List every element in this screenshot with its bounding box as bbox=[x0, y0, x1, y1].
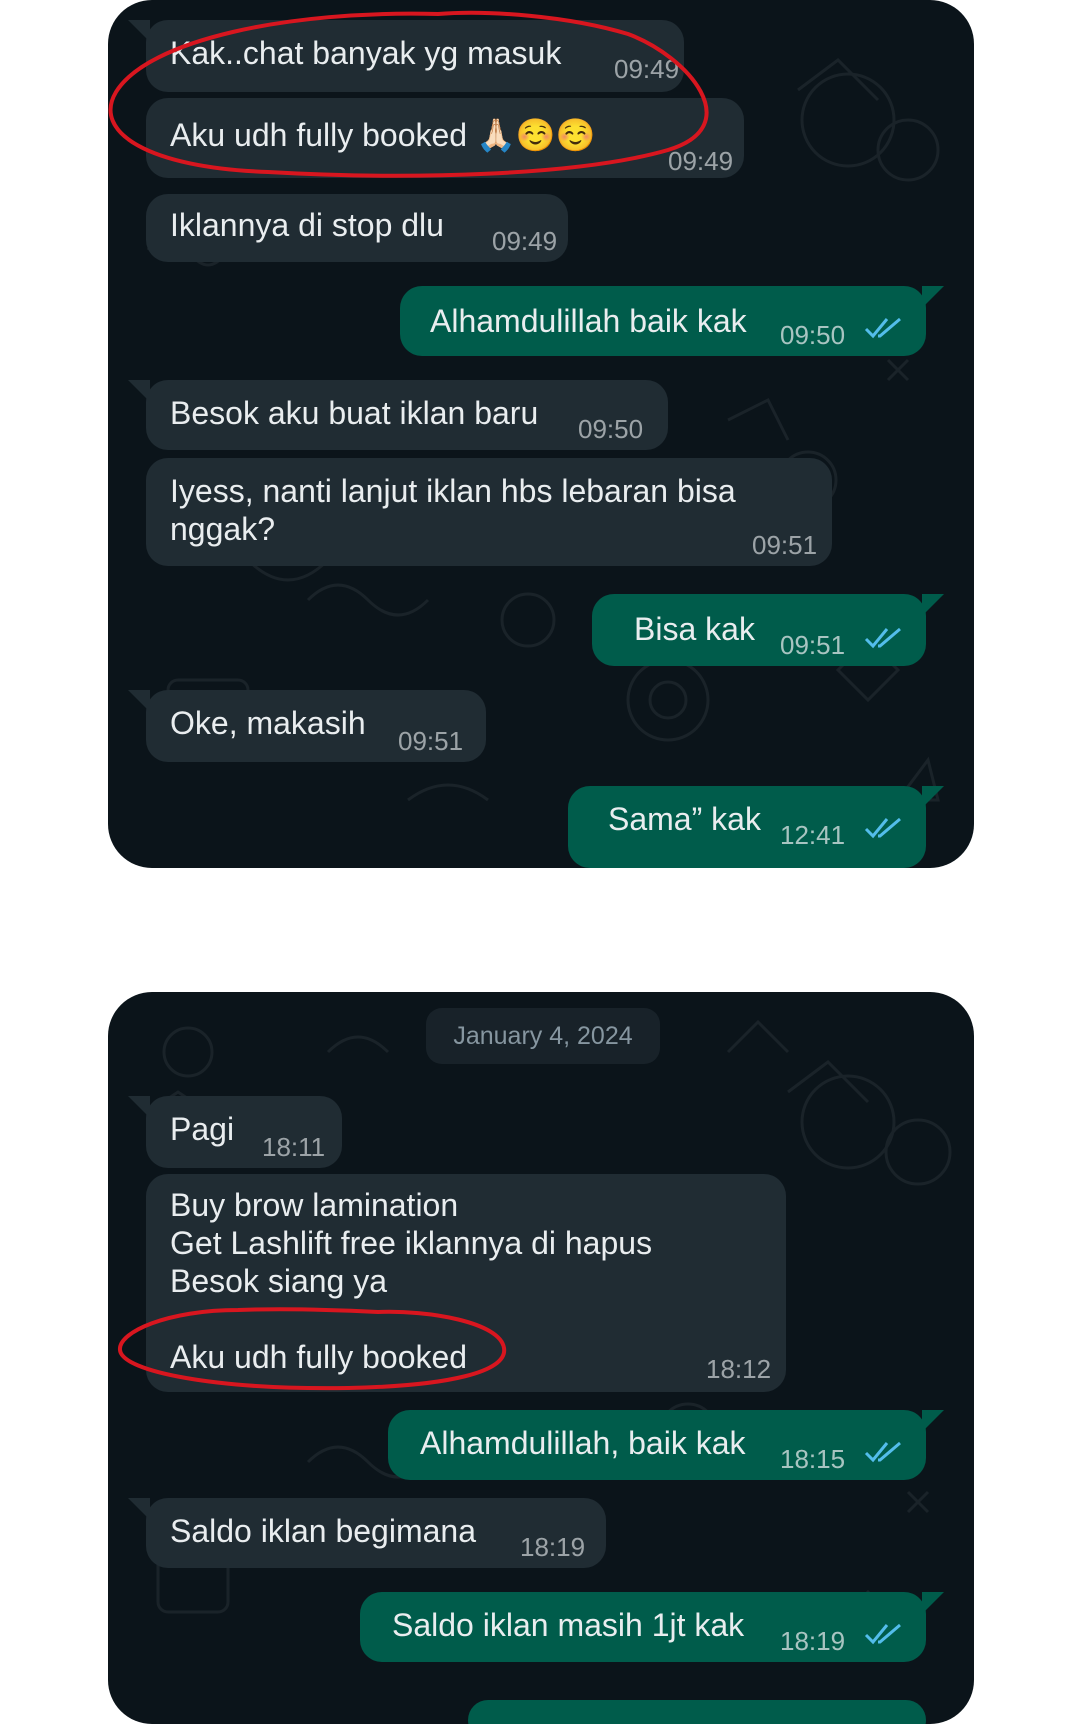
incoming-message[interactable]: Iklannya di stop dlu 09:49 bbox=[146, 194, 568, 262]
date-divider: January 4, 2024 bbox=[426, 1008, 660, 1064]
outgoing-message[interactable]: Alhamdulillah baik kak 09:50 bbox=[400, 286, 944, 356]
message-time: 18:15 bbox=[780, 1444, 846, 1474]
message-text: Iklannya di stop dlu bbox=[170, 207, 444, 243]
message-text: Alhamdulillah, baik kak bbox=[420, 1425, 746, 1461]
incoming-message[interactable]: Besok aku buat iklan baru 09:50 bbox=[128, 380, 668, 450]
message-text: Saldo iklan masih 1jt kak bbox=[392, 1607, 745, 1643]
incoming-message[interactable]: Buy brow lamination Get Lashlift free ik… bbox=[146, 1174, 786, 1392]
message-text: Sama” kak bbox=[608, 801, 761, 837]
message-time: 09:50 bbox=[578, 414, 644, 444]
incoming-message[interactable]: Kak..chat banyak yg masuk 09:49 bbox=[128, 20, 684, 92]
outgoing-message[interactable]: Saldo iklan masih 1jt kak 18:19 bbox=[360, 1592, 944, 1662]
incoming-message[interactable]: Iyess, nanti lanjut iklan hbs lebaran bi… bbox=[146, 458, 832, 566]
double-check-read-icon bbox=[864, 627, 901, 649]
message-text: Besok aku buat iklan baru bbox=[170, 395, 539, 431]
message-text: Oke, makasih bbox=[170, 705, 366, 741]
message-text: Alhamdulillah baik kak bbox=[430, 303, 747, 339]
message-time: 09:51 bbox=[398, 726, 464, 756]
outgoing-message[interactable]: Sama” kak 12:41 bbox=[568, 786, 944, 868]
message-time: 18:19 bbox=[780, 1626, 846, 1656]
outgoing-message-partial[interactable] bbox=[468, 1700, 926, 1724]
message-text: Kak..chat banyak yg masuk bbox=[170, 35, 562, 71]
incoming-message[interactable]: Aku udh fully booked 🙏🏻☺️☺️ 09:49 bbox=[146, 98, 744, 178]
message-text: Pagi bbox=[170, 1111, 235, 1147]
message-time: 09:51 bbox=[752, 530, 818, 560]
message-time: 09:51 bbox=[780, 630, 846, 660]
message-time: 09:49 bbox=[492, 226, 558, 256]
message-time: 09:50 bbox=[780, 320, 846, 350]
chat-screenshot-1: Kak..chat banyak yg masuk 09:49 Aku udh … bbox=[108, 0, 974, 868]
message-text: Aku udh fully booked 🙏🏻☺️☺️ bbox=[170, 117, 596, 153]
message-time: 12:41 bbox=[780, 820, 846, 850]
double-check-read-icon bbox=[864, 317, 901, 339]
incoming-message[interactable]: Pagi 18:11 bbox=[128, 1096, 342, 1168]
incoming-message[interactable]: Saldo iklan begimana 18:19 bbox=[128, 1498, 606, 1568]
chat-screenshot-2: January 4, 2024 Pagi 18:11 Buy brow lami… bbox=[108, 992, 974, 1724]
message-text: Iyess, nanti lanjut iklan hbs lebaran bi… bbox=[170, 473, 736, 547]
double-check-read-icon bbox=[864, 1441, 901, 1463]
outgoing-message[interactable]: Bisa kak 09:51 bbox=[592, 594, 944, 666]
message-time: 09:49 bbox=[614, 54, 680, 84]
message-time: 09:49 bbox=[668, 146, 734, 176]
message-text: Buy brow lamination Get Lashlift free ik… bbox=[170, 1187, 653, 1375]
outgoing-message[interactable]: Alhamdulillah, baik kak 18:15 bbox=[388, 1410, 944, 1480]
message-time: 18:11 bbox=[262, 1132, 326, 1162]
message-time: 18:12 bbox=[706, 1354, 772, 1384]
message-text: Saldo iklan begimana bbox=[170, 1513, 476, 1549]
message-time: 18:19 bbox=[520, 1532, 586, 1562]
incoming-message[interactable]: Oke, makasih 09:51 bbox=[128, 690, 486, 762]
message-text: Bisa kak bbox=[634, 611, 755, 647]
double-check-read-icon bbox=[864, 1623, 901, 1645]
double-check-read-icon bbox=[864, 817, 901, 839]
